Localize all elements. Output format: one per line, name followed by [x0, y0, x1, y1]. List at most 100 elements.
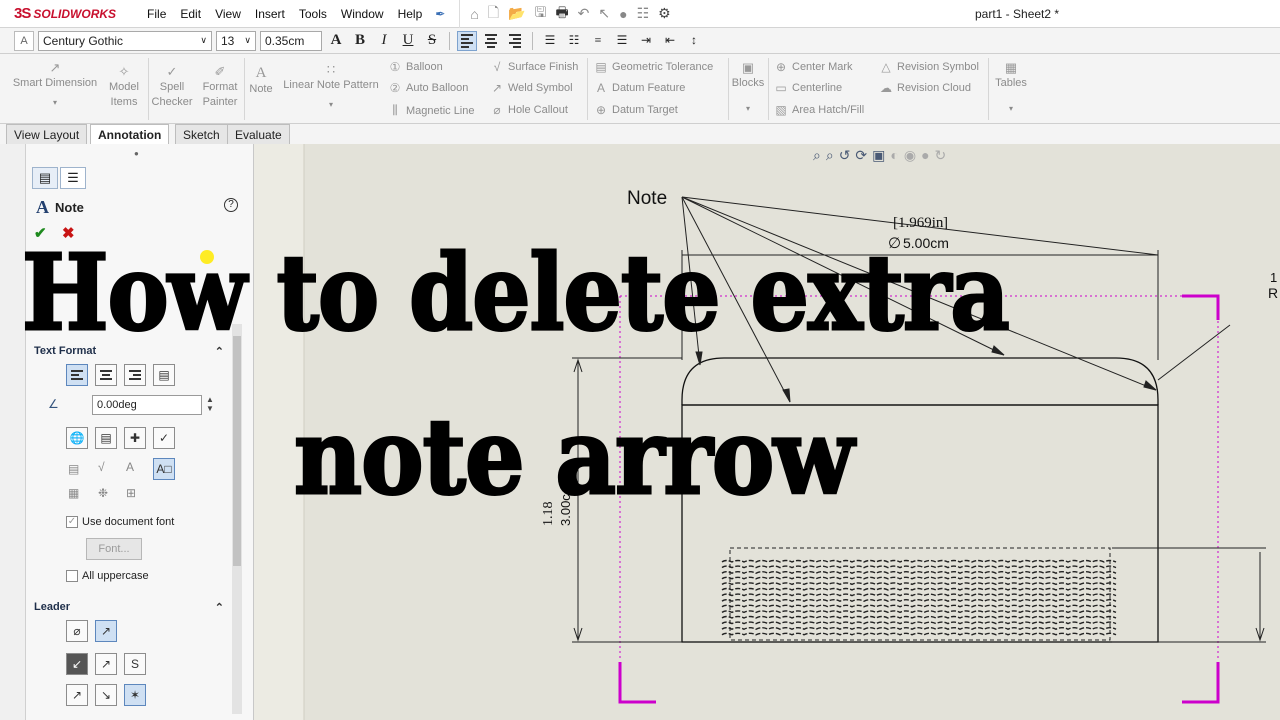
menu-edit[interactable]: Edit [173, 0, 208, 28]
text-format-group-header[interactable]: Text Format ⌃ [26, 342, 232, 360]
justify-button[interactable]: ▤ [153, 364, 175, 386]
menu-help[interactable]: Help [391, 0, 430, 28]
center-align-button[interactable] [95, 364, 117, 386]
leader-right-button[interactable]: ↘ [95, 684, 117, 706]
spin-up-icon[interactable]: ▲ [206, 395, 214, 404]
rotate-icon[interactable]: ⟳ [855, 147, 867, 164]
revision-symbol-button[interactable]: △ Revision Symbol [879, 60, 979, 74]
geometric-tolerance-button[interactable]: ▤ Geometric Tolerance [594, 60, 713, 74]
display-style-icon[interactable]: ◐ [890, 147, 898, 164]
datum-feature-button[interactable]: A Datum Feature [594, 81, 685, 95]
save-icon[interactable]: 🖫 [535, 2, 547, 26]
open-icon[interactable]: 📂 [508, 5, 525, 22]
model-items-button[interactable]: ✧ Model Items [104, 64, 144, 110]
leader-straight-button[interactable]: ↙ [66, 653, 88, 675]
insert-hyperlink-button[interactable]: 🌐 [66, 427, 88, 449]
zoom-to-fit-icon[interactable]: ⌕ [813, 147, 821, 164]
menu-view[interactable]: View [208, 0, 248, 28]
stack-note-icon[interactable]: ▦ [68, 486, 79, 500]
align-left-button[interactable] [457, 30, 477, 51]
italic-button[interactable]: I [374, 31, 394, 51]
drawing-sheet[interactable]: Note [ 1.969in ] ∅ 5.00cm 1.18 3.00c 1 R [254, 144, 1280, 720]
align-right-button[interactable] [505, 31, 525, 51]
zoom-area-icon[interactable]: ⌕ [826, 147, 834, 164]
right-align-button[interactable] [124, 364, 146, 386]
select-icon[interactable]: ↖ [598, 5, 610, 22]
area-hatch-button[interactable]: ▧ Area Hatch/Fill [774, 103, 864, 117]
datum-feature-icon[interactable]: A [126, 460, 134, 474]
print-icon[interactable]: 🖶 [555, 2, 568, 26]
leader-group-header[interactable]: Leader ⌃ [26, 598, 232, 616]
panel-grip-icon[interactable]: ● [134, 149, 139, 158]
panel-scrollbar[interactable] [232, 324, 242, 714]
view-settings-icon[interactable]: ▣ [872, 147, 885, 164]
spell-checker-button[interactable]: ✓ Spell Checker [150, 64, 194, 110]
center-mark-button[interactable]: ⊕ Center Mark [774, 60, 853, 74]
indent-button[interactable]: ⇥ [636, 31, 656, 51]
font-size-select[interactable]: 13 ∨ [216, 30, 256, 51]
text-frame-button[interactable]: A□ [153, 458, 175, 480]
insert-table-icon[interactable]: ▤ [68, 462, 79, 476]
numbering-button[interactable]: ≡ [588, 31, 608, 51]
all-uppercase-checkbox[interactable]: ✓ All uppercase [66, 570, 149, 582]
cancel-button[interactable]: ✖ [62, 224, 75, 242]
previous-view-icon[interactable]: ↺ [839, 147, 851, 164]
font-select[interactable]: Century Gothic ∨ [38, 30, 212, 51]
tables-button[interactable]: ▦ Tables ▾ [992, 60, 1030, 116]
link-to-property-button[interactable]: ▤ [95, 427, 117, 449]
font-button[interactable]: Font... [86, 538, 142, 560]
stack-button[interactable]: ☷ [564, 31, 584, 51]
ok-button[interactable]: ✔ [34, 224, 47, 242]
add-symbol-button[interactable]: ✚ [124, 427, 146, 449]
file-properties-icon[interactable]: ☷ [637, 5, 650, 22]
tab-evaluate[interactable]: Evaluate [227, 124, 290, 144]
use-document-font-checkbox[interactable]: ✓ Use document font [66, 516, 174, 528]
line-spacing-button[interactable]: ↕ [684, 31, 704, 51]
hole-callout-button[interactable]: ⌀ Hole Callout [490, 103, 568, 117]
angle-spinner[interactable]: ▲ ▼ [206, 395, 214, 413]
appearance-icon[interactable]: ● [921, 147, 929, 164]
pin-icon[interactable]: ✒ [435, 7, 445, 21]
align-center-button[interactable] [481, 31, 501, 51]
left-align-button[interactable] [66, 364, 88, 386]
outdent-button[interactable]: ⇤ [660, 31, 680, 51]
tab-sketch[interactable]: Sketch [175, 124, 228, 144]
solidworks-logo[interactable]: 3S SOLIDWORKS [0, 0, 126, 28]
strikethrough-button[interactable]: S [422, 31, 442, 51]
surface-finish-button[interactable]: √ Surface Finish [490, 60, 579, 74]
symbol-list-button[interactable]: ☰ [540, 31, 560, 51]
home-icon[interactable]: ⌂ [470, 6, 478, 22]
leader-left-button[interactable]: ↗ [66, 684, 88, 706]
drawing-canvas[interactable]: Note [ 1.969in ] ∅ 5.00cm 1.18 3.00c 1 R [254, 144, 1280, 720]
help-icon[interactable]: ? [224, 198, 238, 212]
leader-no-leader-button[interactable]: ⌀ [66, 620, 88, 642]
centerline-button[interactable]: ▭ Centerline [774, 81, 842, 95]
rebuild-icon[interactable]: ● [619, 6, 627, 22]
smart-dimension-button[interactable]: ↗ Smart Dimension ▾ [10, 60, 100, 110]
scrollbar-thumb[interactable] [233, 336, 241, 566]
leader-bent-button[interactable]: ↗ [95, 653, 117, 675]
hide-show-icon[interactable]: ◉ [904, 147, 916, 164]
lock-edit-symbol-button[interactable]: ✓ [153, 427, 175, 449]
note-button[interactable]: A Note [246, 66, 276, 97]
leader-spline-button[interactable]: S [124, 653, 146, 675]
angle-input[interactable]: 0.00deg [92, 395, 202, 415]
options-gear-icon[interactable]: ⚙ [658, 5, 671, 22]
bullets-button[interactable]: ☰ [612, 31, 632, 51]
menu-file[interactable]: File [140, 0, 173, 28]
leader-nearest-button[interactable]: ✶ [124, 684, 146, 706]
feature-tree-tab[interactable]: ☰ [60, 167, 86, 189]
bold-button[interactable]: B [350, 31, 370, 51]
menu-insert[interactable]: Insert [248, 0, 292, 28]
tab-view-layout[interactable]: View Layout [6, 124, 88, 144]
scene-icon[interactable]: ↻ [935, 147, 947, 164]
hole-callout-icon[interactable]: ⊞ [126, 486, 136, 500]
property-manager-tab[interactable]: ▤ [32, 167, 58, 189]
auto-balloon-button[interactable]: ② Auto Balloon [388, 81, 469, 95]
underline-button[interactable]: U [398, 31, 418, 51]
undo-icon[interactable]: ↶ [578, 5, 590, 22]
balloon-button[interactable]: ① Balloon [388, 60, 443, 74]
magnetic-line-button[interactable]: ⫼ Magnetic Line [388, 103, 474, 118]
weld-symbol-icon[interactable]: ❉ [98, 486, 108, 500]
blocks-button[interactable]: ▣ Blocks ▾ [730, 60, 766, 116]
